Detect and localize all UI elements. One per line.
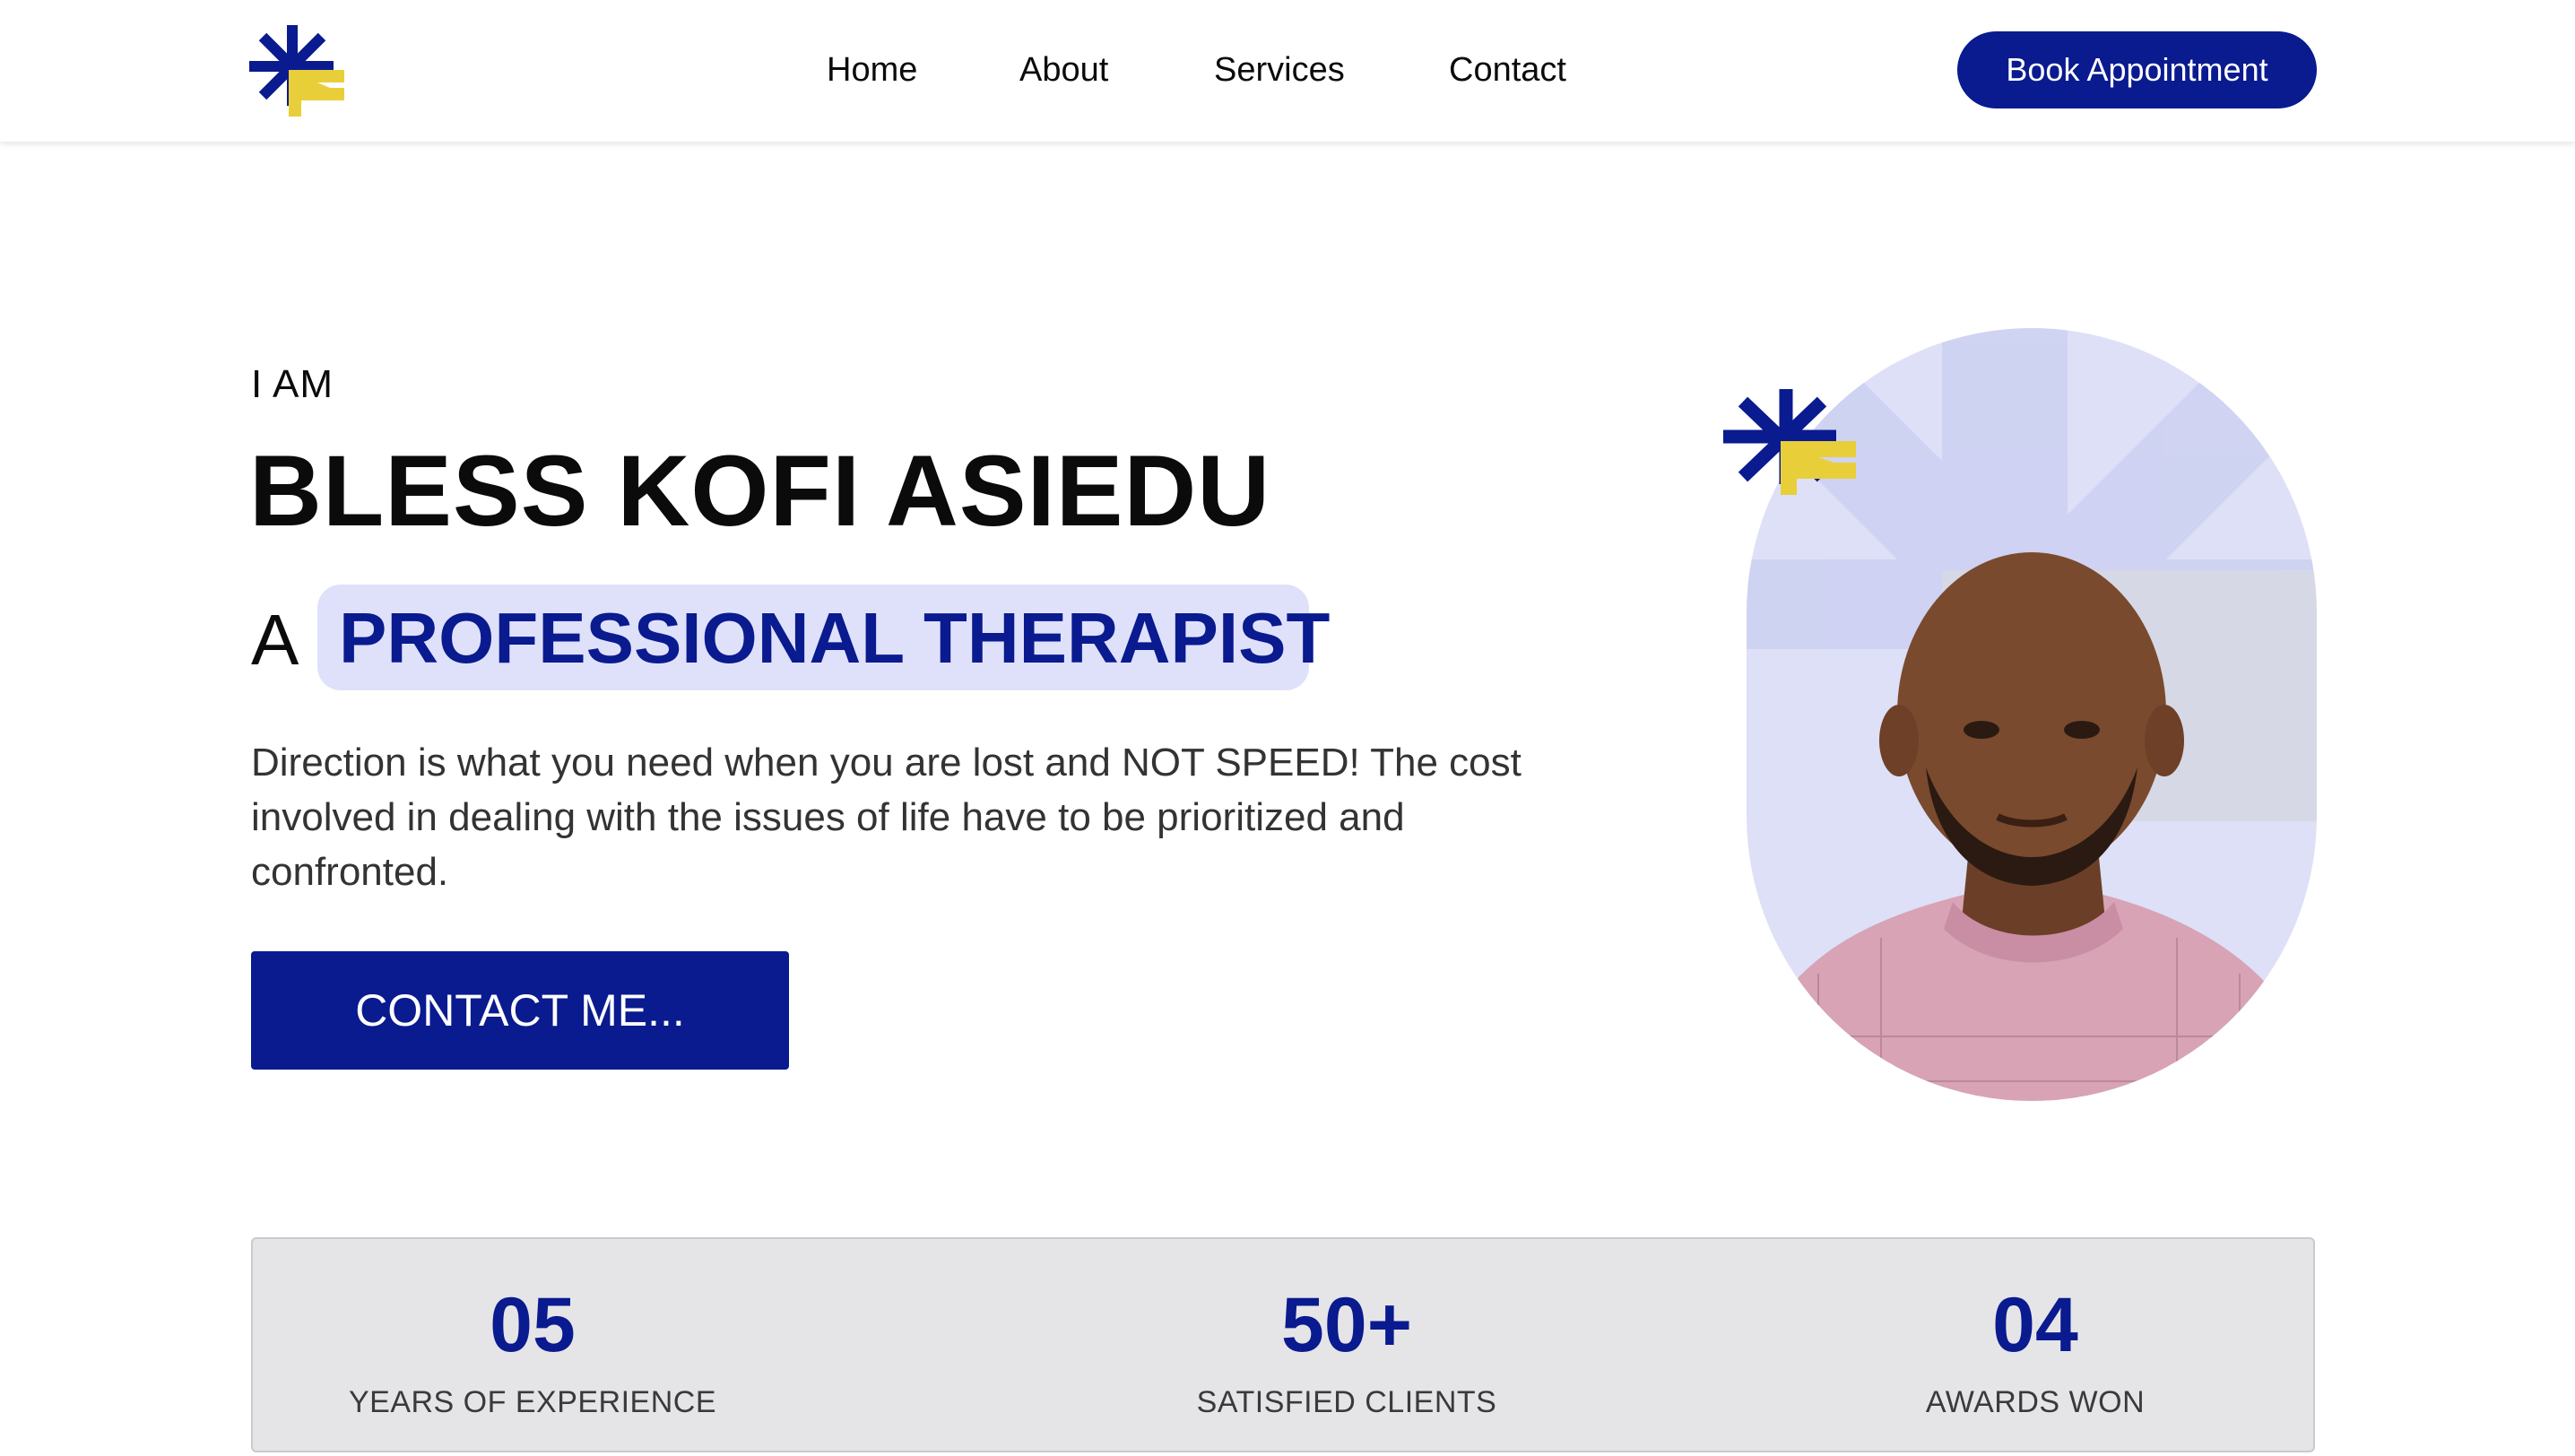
hero-eyebrow: I AM [251, 362, 334, 406]
stat-value: 50+ [1281, 1282, 1412, 1368]
stat-value: 05 [490, 1282, 576, 1368]
nav-contact-link[interactable]: Contact [1449, 47, 1566, 93]
stat-label: SATISFIED CLIENTS [1196, 1385, 1497, 1419]
stat-clients: 50+ SATISFIED CLIENTS [1033, 1239, 1660, 1454]
hero-name: BLESS KOFI ASIEDU [249, 435, 1271, 547]
stat-label: AWARDS WON [1925, 1385, 2146, 1419]
stat-label: YEARS OF EXPERIENCE [348, 1385, 717, 1419]
book-appointment-button[interactable]: Book Appointment [1957, 31, 2317, 108]
badge-logo-icon [1723, 389, 1856, 495]
nav-services-link[interactable]: Services [1214, 47, 1345, 93]
hero-tagline: Direction is what you need when you are … [251, 741, 1522, 894]
stats-bar: 05 YEARS OF EXPERIENCE 50+ SATISFIED CLI… [251, 1237, 2315, 1452]
nav-about-link[interactable]: About [1019, 47, 1108, 93]
contact-me-button[interactable]: CONTACT ME... [251, 951, 789, 1070]
stat-experience: 05 YEARS OF EXPERIENCE [219, 1239, 846, 1454]
stat-awards: 04 AWARDS WON [1721, 1239, 2349, 1454]
site-header: Home About Services Contact Book Appoint… [0, 0, 2575, 142]
role-prefix: A [251, 600, 299, 680]
stat-value: 04 [1992, 1282, 2078, 1368]
nav-home-link[interactable]: Home [827, 47, 917, 93]
role-highlight-text: PROFESSIONAL THERAPIST [339, 598, 1331, 678]
role-highlight-pill: PROFESSIONAL THERAPIST [317, 585, 1330, 690]
